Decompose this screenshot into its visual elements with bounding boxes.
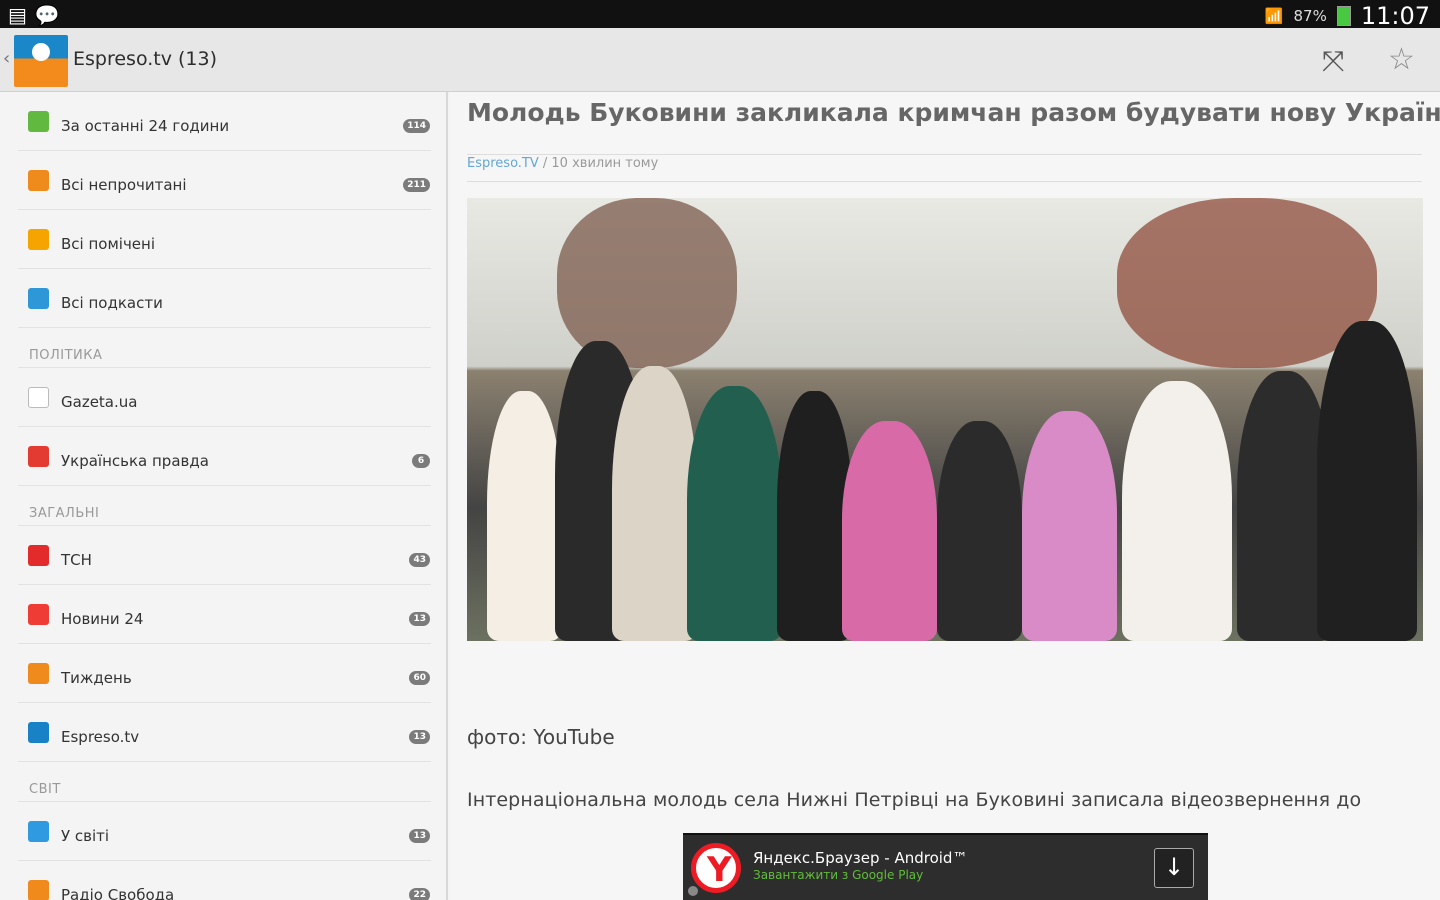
status-bar: ▤ 💬 📶 87% 11:07 bbox=[0, 0, 1440, 30]
sidebar-item[interactable]: Радіо Свобода 22 bbox=[18, 861, 431, 900]
world-icon bbox=[28, 821, 49, 842]
person bbox=[1122, 381, 1232, 641]
yandex-browser-icon bbox=[691, 843, 741, 893]
gazeta-icon bbox=[28, 387, 49, 408]
sidebar-section: ПОЛІТИКА bbox=[18, 328, 431, 368]
download-icon[interactable]: ↓ bbox=[1154, 848, 1194, 888]
action-bar: ‹ Espreso.tv (13) ⤧ ☆ bbox=[0, 28, 1440, 92]
article-view: Молодь Буковини закликала кримчан разом … bbox=[450, 92, 1440, 900]
app-title: Espreso.tv (13) bbox=[73, 48, 218, 70]
ad-title: Яндекс.Браузер - Android™ bbox=[753, 849, 968, 867]
sidebar-item-label: За останні 24 години bbox=[61, 117, 230, 135]
sidebar-item-label: Всі непрочитані bbox=[61, 176, 187, 194]
person bbox=[687, 386, 782, 641]
person bbox=[1022, 411, 1117, 641]
sidebar-item[interactable]: Українська правда 6 bbox=[18, 427, 431, 486]
podcast-icon bbox=[28, 288, 49, 309]
sidebar-item[interactable]: Новини 24 13 bbox=[18, 585, 431, 644]
sidebar-item[interactable]: У світі 13 bbox=[18, 802, 431, 861]
person bbox=[1317, 321, 1417, 641]
person bbox=[612, 366, 697, 641]
tsn-icon bbox=[28, 545, 49, 566]
sidebar-item-label: Новини 24 bbox=[61, 610, 144, 628]
star-icon bbox=[28, 229, 49, 250]
unread-count-badge: 13 bbox=[409, 730, 430, 744]
sidebar-section: СВІТ bbox=[18, 762, 431, 802]
person bbox=[777, 391, 852, 641]
rss-icon bbox=[28, 663, 49, 684]
sidebar-item[interactable]: Всі помічені bbox=[18, 210, 431, 269]
sidebar-item[interactable]: Тиждень 60 bbox=[18, 644, 431, 703]
rss-icon bbox=[28, 111, 49, 132]
article-photo[interactable] bbox=[467, 198, 1423, 641]
sidebar-item-label: У світі bbox=[61, 827, 110, 845]
unread-count-badge: 13 bbox=[409, 612, 430, 626]
section-title: СВІТ bbox=[29, 782, 61, 797]
person bbox=[937, 421, 1022, 641]
indicator-dot bbox=[688, 886, 698, 896]
sidebar-item[interactable]: За останні 24 години 114 bbox=[18, 92, 431, 151]
sidebar-item[interactable]: Espreso.tv 13 bbox=[18, 703, 431, 762]
sidebar-item-label: Espreso.tv bbox=[61, 728, 140, 746]
share-icon[interactable]: ⤧ bbox=[1322, 44, 1344, 78]
timestamp: / 10 хвилин тому bbox=[538, 156, 659, 171]
message-icon: 💬 bbox=[34, 3, 60, 27]
section-title: ЗАГАЛЬНІ bbox=[29, 506, 100, 521]
person bbox=[487, 391, 562, 641]
sidebar-item-label: Всі помічені bbox=[61, 235, 156, 253]
unread-count-badge: 60 bbox=[409, 671, 430, 685]
sidebar-item-label: ТСН bbox=[61, 551, 92, 569]
tree-left bbox=[557, 198, 737, 368]
sidebar-item-label: Українська правда bbox=[61, 452, 209, 470]
notification-icon: ▤ bbox=[8, 3, 27, 27]
unread-count-badge: 13 bbox=[409, 829, 430, 843]
eye-icon bbox=[28, 170, 49, 191]
news24-icon bbox=[28, 604, 49, 625]
photo-caption: фото: YouTube bbox=[467, 725, 615, 749]
radio-icon bbox=[28, 880, 49, 900]
clock: 11:07 bbox=[1360, 2, 1430, 30]
star-icon[interactable]: ☆ bbox=[1388, 42, 1415, 77]
ad-subtitle: Завантажити з Google Play bbox=[753, 868, 924, 882]
battery-label: 87% bbox=[1293, 7, 1327, 25]
article-text: Інтернаціональна молодь села Нижні Петрі… bbox=[467, 789, 1362, 811]
unread-count-badge: 211 bbox=[403, 178, 430, 192]
espreso-logo[interactable] bbox=[14, 35, 68, 87]
unread-count-badge: 114 bbox=[403, 119, 430, 133]
section-title: ПОЛІТИКА bbox=[29, 348, 103, 363]
sidebar-item-label: Gazeta.ua bbox=[61, 393, 138, 411]
sidebar-item-label: Тиждень bbox=[61, 669, 132, 687]
sidebar-item[interactable]: Gazeta.ua bbox=[18, 368, 431, 427]
espreso-icon bbox=[28, 722, 49, 743]
back-icon[interactable]: ‹ bbox=[3, 48, 10, 69]
unread-count-badge: 6 bbox=[412, 454, 430, 468]
up-logo-icon bbox=[28, 446, 49, 467]
person bbox=[842, 421, 937, 641]
sidebar-item-label: Всі подкасти bbox=[61, 294, 163, 312]
battery-icon bbox=[1336, 6, 1351, 26]
sidebar-item-label: Радіо Свобода bbox=[61, 886, 175, 900]
article-meta: Espreso.TV / 10 хвилин тому bbox=[467, 154, 1422, 182]
sidebar: За останні 24 години 114 Всі непрочитані 21… bbox=[0, 92, 448, 900]
article-title: Молодь Буковини закликала кримчан разом … bbox=[467, 98, 1440, 127]
sidebar-section: ЗАГАЛЬНІ bbox=[18, 486, 431, 526]
sidebar-item[interactable]: Всі непрочитані 211 bbox=[18, 151, 431, 210]
sidebar-item[interactable]: Всі подкасти bbox=[18, 269, 431, 328]
ad-banner[interactable]: Яндекс.Браузер - Android™ Завантажити з … bbox=[683, 833, 1208, 900]
sidebar-item[interactable]: ТСН 43 bbox=[18, 526, 431, 585]
source-link[interactable]: Espreso.TV bbox=[467, 156, 539, 171]
unread-count-badge: 22 bbox=[409, 888, 430, 900]
unread-count-badge: 43 bbox=[409, 553, 430, 567]
signal-icon: 📶 bbox=[1264, 7, 1284, 25]
